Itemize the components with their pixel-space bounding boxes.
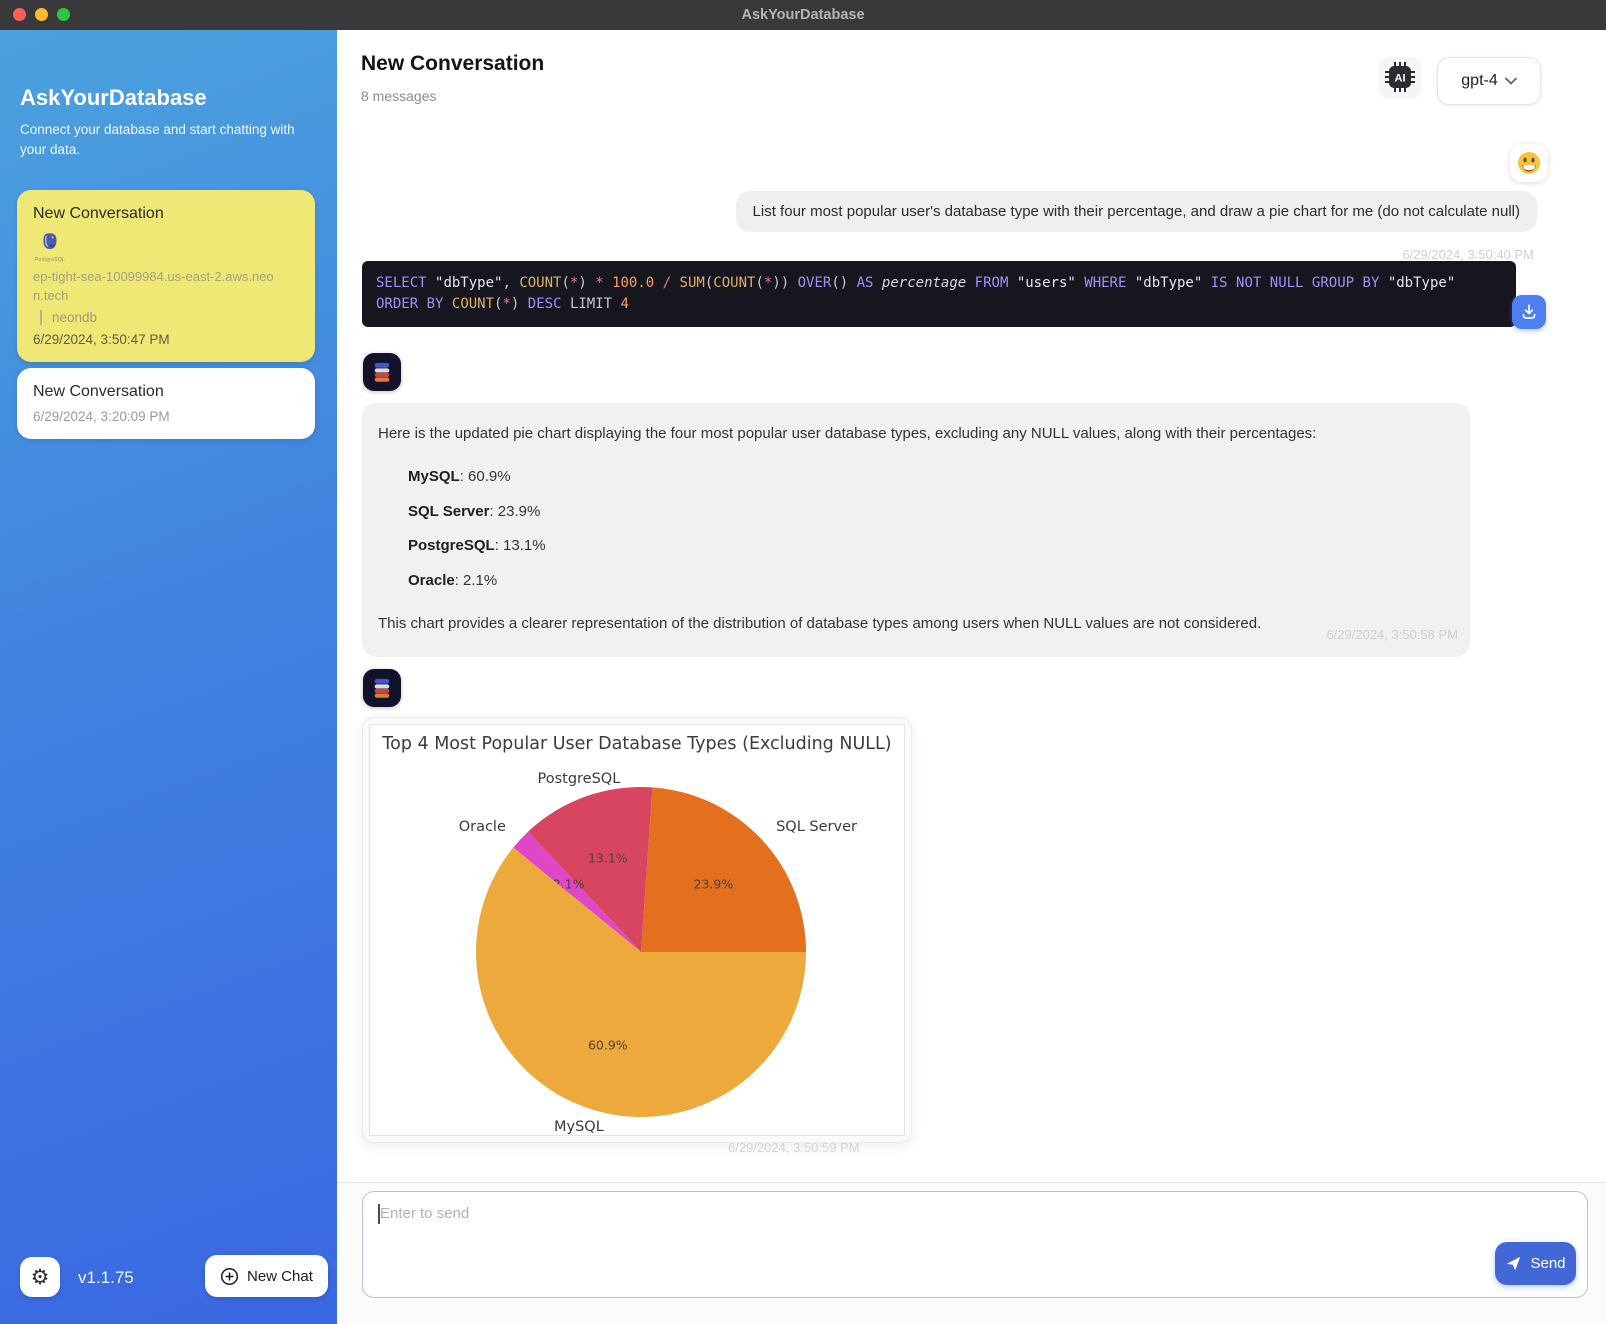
db-type-label: PostgreSQL	[408, 537, 495, 554]
app-window: AskYourDatabase AskYourDatabase Connect …	[0, 0, 1606, 1324]
conversation-timestamp: 6/29/2024, 3:20:09 PM	[33, 409, 299, 424]
db-type-value: : 60.9%	[460, 468, 511, 485]
pie-slice-sql-server	[641, 787, 806, 952]
send-plane-icon	[1505, 1255, 1522, 1272]
input-placeholder: Enter to send	[380, 1205, 469, 1222]
gear-icon: ⚙	[31, 1267, 50, 1288]
traffic-lights	[13, 8, 70, 21]
database-stack-icon	[371, 360, 393, 384]
user-message-bubble: List four most popular user's database t…	[736, 191, 1537, 232]
conversation-timestamp: 6/29/2024, 3:50:47 PM	[33, 332, 299, 347]
database-stack-icon	[371, 676, 393, 700]
pie-slice-label: MySQL	[554, 1119, 604, 1135]
pie-slice-label: SQL Server	[776, 819, 857, 835]
assistant-outro: This chart provides a clearer representa…	[378, 613, 1454, 635]
composer: Enter to send Send	[337, 1182, 1606, 1324]
model-select[interactable]: gpt-4	[1437, 57, 1541, 105]
list-item: Oracle: 2.1%	[408, 570, 1454, 592]
sidebar: AskYourDatabase Connect your database an…	[0, 30, 337, 1324]
chat-message-list: List four most popular user's database t…	[337, 127, 1606, 1182]
titlebar: AskYourDatabase	[0, 0, 1606, 30]
conversation-title: New Conversation	[33, 383, 299, 401]
assistant-avatar	[363, 669, 401, 707]
settings-button[interactable]: ⚙	[20, 1257, 60, 1297]
user-avatar	[1510, 144, 1548, 182]
pie-slice-label: PostgreSQL	[537, 771, 620, 787]
chart-message-timestamp: 6/29/2024, 3:50:59 PM	[728, 1140, 860, 1155]
conversation-header: New Conversation 8 messages AI gpt-4	[337, 30, 1606, 128]
assistant-intro: Here is the updated pie chart displaying…	[378, 423, 1454, 445]
minimize-window-button[interactable]	[35, 8, 48, 21]
message-count: 8 messages	[361, 88, 436, 104]
zoom-window-button[interactable]	[57, 8, 70, 21]
database-type-caption: PostgreSQL	[33, 257, 67, 263]
app-version: v1.1.75	[78, 1268, 134, 1288]
new-chat-label: New Chat	[247, 1268, 313, 1285]
db-type-value: : 23.9%	[489, 503, 540, 520]
main-panel: New Conversation 8 messages AI gpt-4	[337, 30, 1606, 1324]
db-type-label: MySQL	[408, 468, 460, 485]
message-input[interactable]: Enter to send Send	[362, 1191, 1588, 1298]
pie-percent-label: 60.9%	[588, 1037, 628, 1052]
pie-percent-label: 23.9%	[694, 877, 734, 892]
close-window-button[interactable]	[13, 8, 26, 21]
database-host: ep-tight-sea-10099984.us-east-2.aws.neon…	[33, 268, 283, 306]
app-name: AskYourDatabase	[20, 85, 207, 111]
conversation-title: New Conversation	[33, 205, 299, 223]
new-chat-button[interactable]: New Chat	[205, 1255, 328, 1297]
ai-chip-icon: AI	[1383, 60, 1417, 94]
db-type-value: : 2.1%	[455, 572, 498, 589]
db-type-label: SQL Server	[408, 503, 489, 520]
db-type-value: : 13.1%	[495, 537, 546, 554]
window-title: AskYourDatabase	[741, 7, 864, 23]
list-item: PostgreSQL: 13.1%	[408, 535, 1454, 557]
pie-slice-label: Oracle	[459, 819, 506, 835]
sql-code-block: SELECT "dbType", COUNT(*) * 100.0 / SUM(…	[362, 261, 1516, 327]
assistant-message-timestamp: 6/29/2024, 3:50:58 PM	[1326, 627, 1458, 642]
send-button[interactable]: Send	[1495, 1242, 1576, 1285]
svg-text:AI: AI	[1395, 73, 1406, 85]
smiley-emoji-icon	[1517, 151, 1541, 175]
pie-chart: 23.9%SQL Server13.1%PostgreSQL2.1%Oracle…	[376, 750, 900, 1140]
page-title: New Conversation	[361, 52, 544, 76]
user-message-timestamp: 6/29/2024, 3:50:40 PM	[1402, 247, 1534, 262]
assistant-avatar	[363, 353, 401, 391]
database-name: neondb	[40, 310, 299, 325]
download-sql-button[interactable]	[1512, 295, 1546, 329]
plus-circle-icon	[220, 1267, 239, 1286]
conversation-card-active[interactable]: New Conversation PostgreSQL ep-tight-sea…	[17, 190, 315, 362]
download-icon	[1520, 303, 1538, 321]
pie-chart-figure: Top 4 Most Popular User Database Types (…	[369, 724, 905, 1136]
postgresql-icon	[40, 232, 60, 252]
assistant-message-bubble: Here is the updated pie chart displaying…	[362, 403, 1470, 657]
model-select-value: gpt-4	[1461, 72, 1497, 90]
list-item: MySQL: 60.9%	[408, 466, 1454, 488]
ai-settings-button[interactable]: AI	[1380, 57, 1420, 97]
list-item: SQL Server: 23.9%	[408, 501, 1454, 523]
conversation-card[interactable]: New Conversation 6/29/2024, 3:20:09 PM	[17, 368, 315, 439]
db-type-label: Oracle	[408, 572, 455, 589]
send-button-label: Send	[1530, 1255, 1565, 1272]
database-icon-block: PostgreSQL	[33, 232, 67, 263]
app-tagline: Connect your database and start chatting…	[20, 120, 305, 161]
chevron-down-icon	[1505, 77, 1517, 85]
sql-code: SELECT "dbType", COUNT(*) * 100.0 / SUM(…	[376, 275, 1455, 312]
pie-chart-card: Top 4 Most Popular User Database Types (…	[362, 717, 912, 1143]
assistant-list: MySQL: 60.9% SQL Server: 23.9% PostgreSQ…	[408, 466, 1454, 592]
pie-percent-label: 13.1%	[588, 851, 628, 866]
